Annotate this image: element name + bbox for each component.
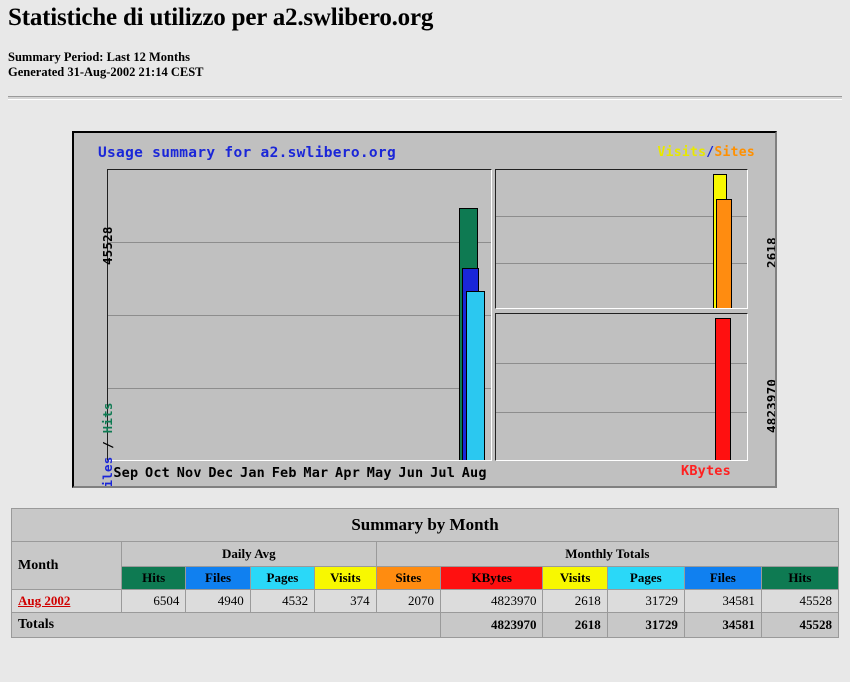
chart-panel-main	[107, 169, 492, 461]
cell-total-hits: 45528	[761, 590, 838, 613]
table-group-header-row: Month Daily Avg Monthly Totals	[12, 542, 839, 567]
page-title: Statistiche di utilizzo per a2.swlibero.…	[8, 4, 433, 32]
table-caption: Summary by Month	[12, 509, 839, 542]
month-tick: Jan	[237, 465, 269, 481]
totals-hits: 45528	[761, 613, 838, 638]
column-header-daily-visits[interactable]: Visits	[315, 567, 377, 590]
usage-summary-chart: Usage summary for a2.swlibero.org Visits…	[72, 131, 777, 488]
month-tick: Oct	[142, 465, 174, 481]
totals-files: 34581	[684, 613, 761, 638]
kbytes-axis-label: KBytes	[681, 463, 731, 479]
cell-daily-visits: 374	[315, 590, 377, 613]
totals-kbytes: 4823970	[441, 613, 543, 638]
column-header-daily-pages[interactable]: Pages	[250, 567, 314, 590]
cell-total-sites: 2070	[376, 590, 440, 613]
month-tick: Aug	[458, 465, 490, 481]
month-tick: Jul	[427, 465, 459, 481]
axis-right-visits-max-label: 2618	[764, 237, 777, 268]
table-caption-row: Summary by Month	[12, 509, 839, 542]
webalizer-usage-page: Statistiche di utilizzo per a2.swlibero.…	[0, 0, 850, 682]
totals-pages: 31729	[607, 613, 684, 638]
cell-daily-pages: 4532	[250, 590, 314, 613]
axis-right-kbytes-max-label: 4823970	[764, 379, 777, 433]
column-header-month: Month	[12, 542, 122, 590]
gridline	[108, 242, 491, 243]
gridline	[496, 412, 747, 413]
bar-pages-aug	[466, 291, 485, 461]
table-column-header-row: Hits Files Pages Visits Sites KBytes Vis…	[12, 567, 839, 590]
cell-daily-files: 4940	[186, 590, 250, 613]
generated-timestamp: Generated 31-Aug-2002 21:14 CEST	[8, 65, 203, 80]
month-tick: Dec	[205, 465, 237, 481]
bar-kbytes-aug	[715, 318, 731, 461]
column-header-total-hits[interactable]: Hits	[761, 567, 838, 590]
totals-visits: 2618	[543, 613, 607, 638]
group-header-monthly-totals: Monthly Totals	[376, 542, 838, 567]
legend-sites-label: Sites	[714, 145, 755, 160]
totals-label: Totals	[12, 613, 441, 638]
axis-label-sep-2: /	[100, 433, 115, 456]
cell-total-visits: 2618	[543, 590, 607, 613]
chart-panel-visits-sites	[495, 169, 748, 309]
table-totals-row: Totals 4823970 2618 31729 34581 45528	[12, 613, 839, 638]
chart-legend: Visits/Sites	[657, 145, 755, 160]
gridline	[496, 363, 747, 364]
month-tick: Mar	[300, 465, 332, 481]
column-header-total-files[interactable]: Files	[684, 567, 761, 590]
header-divider	[8, 96, 842, 100]
month-cell: Aug 2002	[12, 590, 122, 613]
axis-label-hits: Hits	[100, 402, 115, 433]
column-header-total-pages[interactable]: Pages	[607, 567, 684, 590]
group-header-daily-avg: Daily Avg	[122, 542, 377, 567]
gridline	[108, 388, 491, 389]
month-tick: Apr	[332, 465, 364, 481]
column-header-total-visits[interactable]: Visits	[543, 567, 607, 590]
month-tick: Jun	[395, 465, 427, 481]
month-tick: Feb	[268, 465, 300, 481]
summary-by-month-table: Summary by Month Month Daily Avg Monthly…	[11, 508, 839, 638]
column-header-daily-hits[interactable]: Hits	[122, 567, 186, 590]
month-link-aug-2002[interactable]: Aug 2002	[18, 593, 70, 608]
summary-table-wrapper: Summary by Month Month Daily Avg Monthly…	[11, 508, 839, 638]
chart-panel-kbytes	[495, 313, 748, 461]
gridline	[108, 315, 491, 316]
legend-visits-label: Visits	[657, 145, 706, 160]
cell-total-pages: 31729	[607, 590, 684, 613]
cell-total-kbytes: 4823970	[441, 590, 543, 613]
bar-sites-aug	[716, 199, 732, 309]
cell-daily-hits: 6504	[122, 590, 186, 613]
axis-left-max-label: 45528	[100, 226, 115, 265]
month-tick: May	[363, 465, 395, 481]
column-header-total-kbytes[interactable]: KBytes	[441, 567, 543, 590]
month-tick: Nov	[173, 465, 205, 481]
cell-total-files: 34581	[684, 590, 761, 613]
table-row: Aug 2002 6504 4940 4532 374 2070 4823970…	[12, 590, 839, 613]
column-header-daily-files[interactable]: Files	[186, 567, 250, 590]
column-header-total-sites[interactable]: Sites	[376, 567, 440, 590]
gridline	[496, 216, 747, 217]
summary-period: Summary Period: Last 12 Months	[8, 50, 203, 65]
gridline	[496, 263, 747, 264]
chart-title: Usage summary for a2.swlibero.org	[98, 145, 396, 161]
month-tick: Sep	[110, 465, 142, 481]
chart-month-axis: Sep Oct Nov Dec Jan Feb Mar Apr May Jun …	[110, 465, 490, 481]
report-meta: Summary Period: Last 12 Months Generated…	[8, 50, 203, 80]
